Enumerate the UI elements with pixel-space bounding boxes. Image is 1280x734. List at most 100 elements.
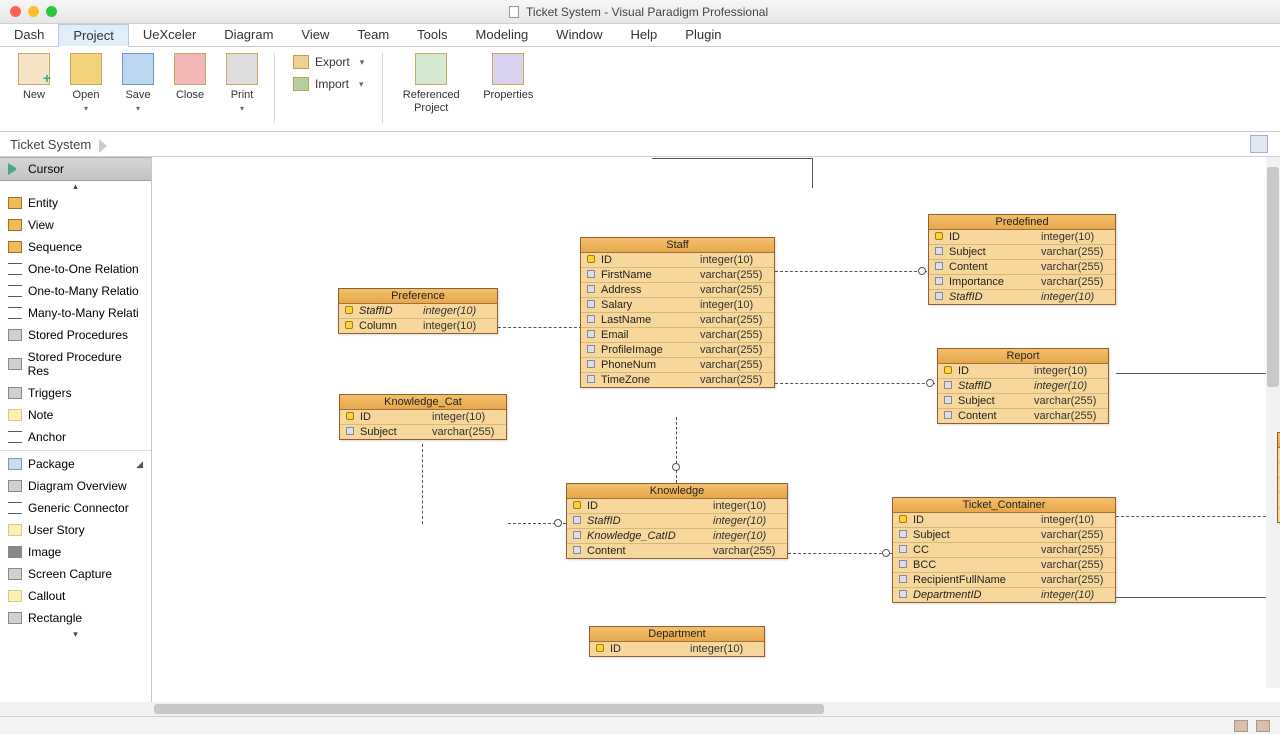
menu-item-team[interactable]: Team	[343, 24, 403, 46]
column-name: ID	[601, 254, 700, 266]
table-row[interactable]: Columninteger(10)	[339, 319, 497, 333]
table-row[interactable]: Contentvarchar(255)	[938, 409, 1108, 423]
column-name: StaffID	[587, 515, 713, 527]
open-button[interactable]: Open▾	[60, 53, 112, 113]
minimize-window-button[interactable]	[28, 6, 39, 17]
entity-knowledge_cat[interactable]: Knowledge_CatIDinteger(10)Subjectvarchar…	[339, 394, 507, 440]
notification-icon[interactable]	[1256, 720, 1270, 732]
maximize-window-button[interactable]	[46, 6, 57, 17]
table-row[interactable]: StaffIDinteger(10)	[567, 514, 787, 529]
table-row[interactable]: CCvarchar(255)	[893, 543, 1115, 558]
table-row[interactable]: IDinteger(10)	[567, 499, 787, 514]
entity-predefined[interactable]: PredefinedIDinteger(10)Subjectvarchar(25…	[928, 214, 1116, 305]
diagram-canvas[interactable]: PreferenceStaffIDinteger(10)Columnintege…	[152, 157, 1280, 702]
palette-item-triggers[interactable]: Triggers	[0, 382, 151, 404]
palette-item-many-to-many-relati[interactable]: Many-to-Many Relati	[0, 302, 151, 324]
table-row[interactable]: BCCvarchar(255)	[893, 558, 1115, 573]
palette-item-entity[interactable]: Entity	[0, 192, 151, 214]
entity-knowledge[interactable]: KnowledgeIDinteger(10)StaffIDinteger(10)…	[566, 483, 788, 559]
table-row[interactable]: Contentvarchar(255)	[567, 544, 787, 558]
palette-item-stored-procedure-res[interactable]: Stored Procedure Res	[0, 346, 151, 382]
palette-item-one-to-many-relatio[interactable]: One-to-Many Relatio	[0, 280, 151, 302]
menu-item-dash[interactable]: Dash	[0, 24, 58, 46]
table-row[interactable]: PhoneNumvarchar(255)	[581, 358, 774, 373]
breadcrumb-item[interactable]: Ticket System	[10, 137, 111, 152]
horizontal-scrollbar[interactable]	[0, 702, 1280, 716]
save-button[interactable]: Save▾	[112, 53, 164, 113]
entity-ticket_container[interactable]: Ticket_ContainerIDinteger(10)Subjectvarc…	[892, 497, 1116, 603]
entity-department[interactable]: DepartmentIDinteger(10)	[589, 626, 765, 657]
message-icon[interactable]	[1234, 720, 1248, 732]
new-button[interactable]: New	[8, 53, 60, 102]
menu-item-help[interactable]: Help	[617, 24, 672, 46]
palette-item-stored-procedures[interactable]: Stored Procedures	[0, 324, 151, 346]
menu-item-project[interactable]: Project	[58, 24, 128, 47]
table-row[interactable]: IDinteger(10)	[893, 513, 1115, 528]
palette-item-cursor[interactable]: Cursor	[0, 157, 151, 181]
table-row[interactable]: Importancevarchar(255)	[929, 275, 1115, 290]
palette-item-generic-connector[interactable]: Generic Connector	[0, 497, 151, 519]
rel-icon	[8, 285, 22, 297]
table-row[interactable]: StaffIDinteger(10)	[938, 379, 1108, 394]
tool-palette: Cursor▴EntityViewSequenceOne-to-One Rela…	[0, 157, 152, 702]
menu-item-modeling[interactable]: Modeling	[462, 24, 543, 46]
table-row[interactable]: LastNamevarchar(255)	[581, 313, 774, 328]
diagram-navigator-icon[interactable]	[1250, 135, 1268, 153]
table-row[interactable]: TimeZonevarchar(255)	[581, 373, 774, 387]
scroll-down-icon[interactable]: ▾	[0, 629, 151, 640]
table-row[interactable]: Emailvarchar(255)	[581, 328, 774, 343]
menu-item-plugin[interactable]: Plugin	[671, 24, 735, 46]
table-row[interactable]: FirstNamevarchar(255)	[581, 268, 774, 283]
palette-item-callout[interactable]: Callout	[0, 585, 151, 607]
table-row[interactable]: Subjectvarchar(255)	[340, 425, 506, 439]
palette-item-rectangle[interactable]: Rectangle	[0, 607, 151, 629]
entity-report[interactable]: ReportIDinteger(10)StaffIDinteger(10)Sub…	[937, 348, 1109, 424]
table-row[interactable]: DepartmentIDinteger(10)	[893, 588, 1115, 602]
properties-button[interactable]: Properties	[473, 53, 543, 102]
menu-item-uexceler[interactable]: UeXceler	[129, 24, 210, 46]
table-row[interactable]: IDinteger(10)	[929, 230, 1115, 245]
table-row[interactable]: Addressvarchar(255)	[581, 283, 774, 298]
palette-item-anchor[interactable]: Anchor	[0, 426, 151, 448]
column-type: integer(10)	[432, 411, 500, 423]
table-row[interactable]: Knowledge_CatIDinteger(10)	[567, 529, 787, 544]
palette-item-note[interactable]: Note	[0, 404, 151, 426]
table-row[interactable]: RecipientFullNamevarchar(255)	[893, 573, 1115, 588]
table-row[interactable]: ProfileImagevarchar(255)	[581, 343, 774, 358]
table-row[interactable]: StaffIDinteger(10)	[339, 304, 497, 319]
print-button[interactable]: Print▾	[216, 53, 268, 113]
table-row[interactable]: IDinteger(10)	[340, 410, 506, 425]
palette-item-diagram-overview[interactable]: Diagram Overview	[0, 475, 151, 497]
palette-item-user-story[interactable]: User Story	[0, 519, 151, 541]
table-row[interactable]: IDinteger(10)	[590, 642, 764, 656]
menu-item-window[interactable]: Window	[542, 24, 616, 46]
palette-item-package[interactable]: Package◢	[0, 453, 151, 475]
palette-item-view[interactable]: View	[0, 214, 151, 236]
table-row[interactable]: StaffIDinteger(10)	[929, 290, 1115, 304]
table-row[interactable]: Salaryinteger(10)	[581, 298, 774, 313]
menu-item-view[interactable]: View	[287, 24, 343, 46]
table-row[interactable]: IDinteger(10)	[938, 364, 1108, 379]
entity-staff[interactable]: StaffIDinteger(10)FirstNamevarchar(255)A…	[580, 237, 775, 388]
export-button[interactable]: Export▾	[289, 53, 368, 71]
menu-item-diagram[interactable]: Diagram	[210, 24, 287, 46]
close-button[interactable]: Close	[164, 53, 216, 102]
entity-preference[interactable]: PreferenceStaffIDinteger(10)Columnintege…	[338, 288, 498, 334]
table-row[interactable]: IDinteger(10)	[581, 253, 774, 268]
palette-item-one-to-one-relation[interactable]: One-to-One Relation	[0, 258, 151, 280]
referenced-project-button[interactable]: Referenced Project	[389, 53, 473, 115]
import-button[interactable]: Import▾	[289, 75, 368, 93]
palette-item-screen-capture[interactable]: Screen Capture	[0, 563, 151, 585]
table-row[interactable]: Subjectvarchar(255)	[893, 528, 1115, 543]
collapse-icon[interactable]: ▴	[0, 181, 151, 192]
column-icon	[935, 262, 943, 270]
close-window-button[interactable]	[10, 6, 21, 17]
palette-item-image[interactable]: Image	[0, 541, 151, 563]
sp-icon	[8, 612, 22, 624]
palette-item-sequence[interactable]: Sequence	[0, 236, 151, 258]
table-row[interactable]: Subjectvarchar(255)	[929, 245, 1115, 260]
table-row[interactable]: Subjectvarchar(255)	[938, 394, 1108, 409]
menu-item-tools[interactable]: Tools	[403, 24, 461, 46]
table-row[interactable]: Contentvarchar(255)	[929, 260, 1115, 275]
vertical-scrollbar[interactable]	[1266, 157, 1280, 688]
